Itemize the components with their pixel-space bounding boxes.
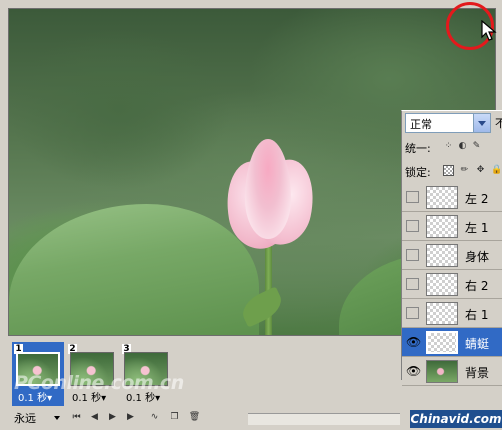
layer-name: 右 1 [465, 308, 489, 322]
layer-name: 右 2 [465, 279, 489, 293]
visibility-toggle[interactable] [406, 249, 419, 261]
background-layer-thumbnail [426, 360, 458, 383]
layer-row[interactable]: 👁 背景 [402, 357, 502, 386]
unify-position-icon[interactable]: ⁘ [443, 141, 454, 152]
layer-thumbnail [426, 186, 458, 209]
lotus-bud [219, 139, 322, 254]
layer-thumbnail [426, 302, 458, 325]
layer-name: 背景 [465, 366, 490, 380]
layer-thumbnail [426, 215, 458, 238]
chevron-down-icon[interactable] [473, 114, 490, 132]
eye-icon[interactable]: 👁 [406, 365, 421, 377]
layers-panel: 正常 不 统一: ⁘ ◐ ✎ 锁定: ✏ ✥ 🔒 左 2 左 1 身体 右 2 … [401, 110, 502, 386]
mouse-cursor-icon [481, 20, 497, 41]
lock-transparency-icon[interactable] [443, 165, 454, 176]
layer-thumbnail [426, 244, 458, 267]
delete-frame-icon[interactable]: 🗑 [188, 411, 201, 424]
duplicate-frame-icon[interactable]: ❐ [168, 411, 181, 424]
blend-mode-select[interactable]: 正常 [405, 113, 491, 133]
layer-list: 左 2 左 1 身体 右 2 右 1 👁 蜻蜓 👁 背景 [402, 183, 502, 386]
lock-row: 锁定: ✏ ✥ 🔒 [405, 163, 502, 179]
next-frame-icon[interactable]: ▶ [124, 411, 137, 424]
lock-all-icon[interactable]: 🔒 [491, 165, 502, 176]
watermark-chinavid: Chinavid.com [410, 410, 502, 428]
chevron-down-icon[interactable] [54, 416, 60, 420]
layer-row[interactable]: 身体 [402, 241, 502, 270]
first-frame-icon[interactable]: ⏮ [70, 411, 83, 424]
unify-row: 统一: ⁘ ◐ ✎ [405, 139, 502, 155]
layer-name: 身体 [465, 250, 490, 264]
visibility-toggle[interactable] [406, 191, 419, 203]
previous-frame-icon[interactable]: ◀ [88, 411, 101, 424]
watermark-pconline: PConline.com.cn [14, 372, 184, 394]
lock-label: 锁定: [405, 166, 431, 179]
tween-icon[interactable]: ∿ [148, 411, 161, 424]
layer-row[interactable]: 左 1 [402, 212, 502, 241]
visibility-toggle[interactable] [406, 307, 419, 319]
lock-move-icon[interactable]: ✥ [475, 165, 486, 176]
layer-thumbnail [426, 273, 458, 296]
layer-row-selected[interactable]: 👁 蜻蜓 [402, 328, 502, 357]
visibility-toggle[interactable] [406, 220, 419, 232]
layer-name: 左 1 [465, 221, 489, 235]
blend-mode-value: 正常 [410, 118, 432, 131]
layer-row[interactable]: 左 2 [402, 183, 502, 212]
unify-style-icon[interactable]: ✎ [471, 141, 482, 152]
opacity-label: 不 [495, 117, 502, 130]
eye-icon[interactable]: 👁 [406, 336, 421, 348]
layer-name: 蜻蜓 [465, 337, 490, 351]
layer-thumbnail [426, 331, 458, 354]
loop-select[interactable]: 永远 [14, 410, 36, 426]
layer-row[interactable]: 右 1 [402, 299, 502, 328]
frames-scrollbar[interactable] [248, 413, 400, 425]
play-icon[interactable]: ▶ [106, 411, 119, 424]
lock-paint-icon[interactable]: ✏ [459, 165, 470, 176]
layer-name: 左 2 [465, 192, 489, 206]
layer-row[interactable]: 右 2 [402, 270, 502, 299]
unify-visibility-icon[interactable]: ◐ [457, 141, 468, 152]
visibility-toggle[interactable] [406, 278, 419, 290]
unify-label: 统一: [405, 142, 431, 155]
